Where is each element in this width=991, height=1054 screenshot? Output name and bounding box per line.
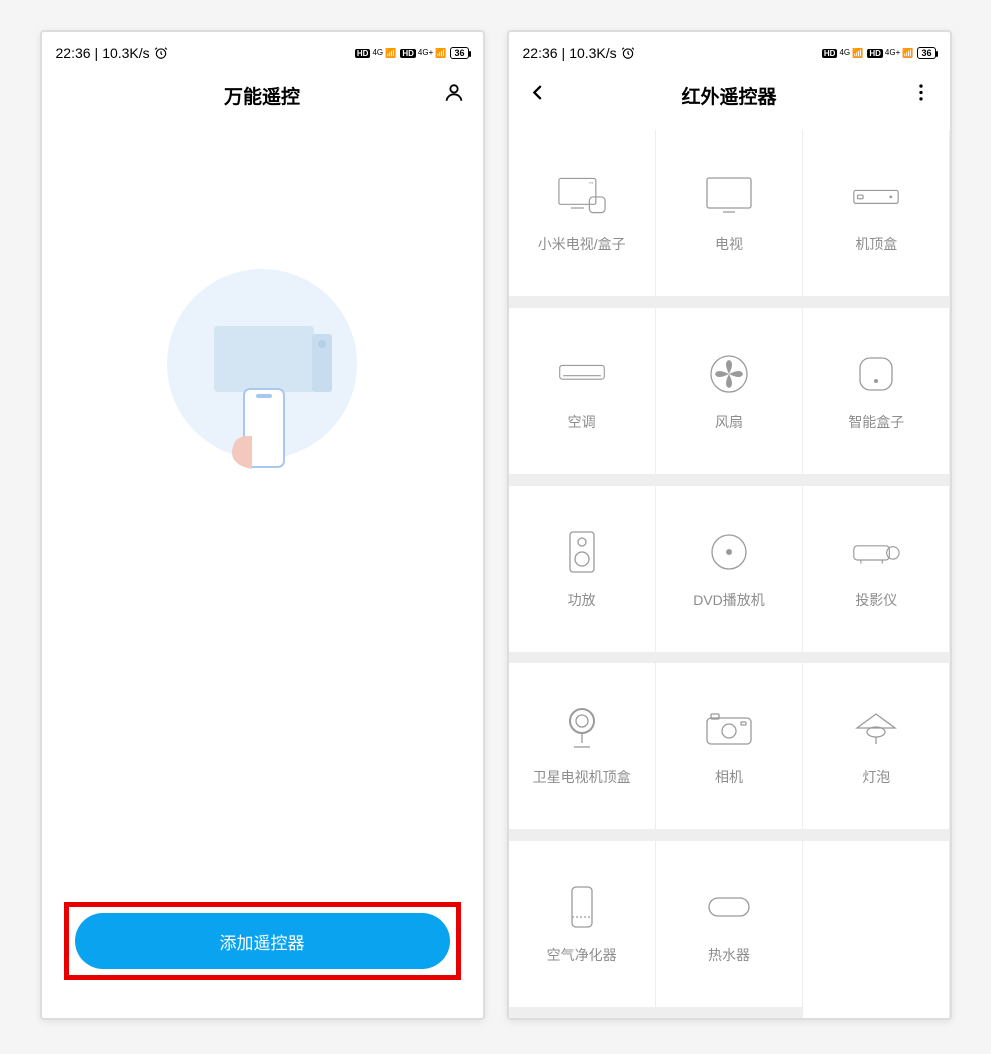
device-label: 机顶盒 — [855, 234, 897, 254]
battery-icon: 36 — [450, 47, 468, 59]
add-remote-highlight: 添加遥控器 — [64, 902, 461, 980]
dvd-icon — [705, 528, 753, 576]
device-label: DVD播放机 — [693, 590, 765, 610]
device-smart-box[interactable]: 智能盒子 — [803, 308, 949, 474]
device-label: 空气净化器 — [547, 945, 617, 965]
add-remote-button[interactable]: 添加遥控器 — [75, 913, 450, 969]
fan-icon — [705, 350, 753, 398]
remote-illustration — [162, 254, 362, 494]
amplifier-icon — [558, 528, 606, 576]
device-bulb[interactable]: 灯泡 — [803, 663, 949, 829]
tv-icon — [705, 172, 753, 220]
status-right: HD4G📶 HD4G+📶 36 — [822, 47, 936, 59]
signal-1: HD4G📶 — [355, 48, 396, 59]
device-label: 智能盒子 — [848, 412, 904, 432]
device-projector[interactable]: 投影仪 — [803, 486, 949, 652]
device-label: 热水器 — [708, 945, 750, 965]
chevron-left-icon — [527, 82, 549, 104]
device-label: 卫星电视机顶盒 — [533, 767, 631, 787]
device-tv[interactable]: 电视 — [656, 130, 802, 296]
status-right: HD4G📶 HD4G+📶 36 — [355, 47, 469, 59]
device-grid: mi 小米电视/盒子 电视 机顶盒 空调 风扇 — [509, 130, 950, 1018]
alarm-icon — [621, 46, 635, 60]
device-label: 灯泡 — [862, 767, 890, 787]
battery-icon: 36 — [917, 47, 935, 59]
device-label: 电视 — [715, 234, 743, 254]
empty-cell — [803, 841, 949, 1018]
screen-ir-remote: 22:36 | 10.3K/s HD4G📶 HD4G+📶 36 红外遥控器 mi… — [507, 30, 952, 1020]
status-speed: 10.3K/s — [102, 45, 149, 61]
page-title: 万能遥控 — [224, 82, 300, 109]
header: 万能遥控 — [42, 66, 483, 124]
device-water-heater[interactable]: 热水器 — [656, 841, 802, 1007]
status-time: 22:36 — [523, 45, 558, 61]
air-purifier-icon — [558, 883, 606, 931]
empty-state: 添加遥控器 — [42, 124, 483, 1018]
device-label: 小米电视/盒子 — [538, 234, 626, 254]
device-ac[interactable]: 空调 — [509, 308, 655, 474]
more-vertical-icon — [910, 82, 932, 104]
page-title: 红外遥控器 — [681, 82, 776, 109]
status-bar: 22:36 | 10.3K/s HD4G📶 HD4G+📶 36 — [42, 32, 483, 66]
svg-text:mi: mi — [589, 181, 593, 185]
mi-tv-box-icon: mi — [558, 172, 606, 220]
device-stb[interactable]: 机顶盒 — [803, 130, 949, 296]
person-icon — [443, 82, 465, 104]
device-label: 投影仪 — [855, 590, 897, 610]
bulb-icon — [852, 705, 900, 753]
more-button[interactable] — [910, 82, 932, 109]
signal-2: HD4G+📶 — [400, 48, 446, 59]
water-heater-icon — [705, 883, 753, 931]
status-left: 22:36 | 10.3K/s — [56, 45, 168, 61]
device-label: 风扇 — [715, 412, 743, 432]
device-label: 相机 — [715, 767, 743, 787]
ac-icon — [558, 350, 606, 398]
camera-icon — [705, 705, 753, 753]
status-left: 22:36 | 10.3K/s — [523, 45, 635, 61]
satellite-icon — [558, 705, 606, 753]
status-time: 22:36 — [56, 45, 91, 61]
header: 红外遥控器 — [509, 66, 950, 124]
back-button[interactable] — [527, 82, 549, 109]
device-mi-tv-box[interactable]: mi 小米电视/盒子 — [509, 130, 655, 296]
device-satellite[interactable]: 卫星电视机顶盒 — [509, 663, 655, 829]
profile-button[interactable] — [443, 82, 465, 109]
signal-2: HD4G+📶 — [867, 48, 913, 59]
device-amplifier[interactable]: 功放 — [509, 486, 655, 652]
device-air-purifier[interactable]: 空气净化器 — [509, 841, 655, 1007]
stb-icon — [852, 172, 900, 220]
device-label: 空调 — [568, 412, 596, 432]
device-dvd[interactable]: DVD播放机 — [656, 486, 802, 652]
device-fan[interactable]: 风扇 — [656, 308, 802, 474]
signal-1: HD4G📶 — [822, 48, 863, 59]
status-bar: 22:36 | 10.3K/s HD4G📶 HD4G+📶 36 — [509, 32, 950, 66]
screen-universal-remote: 22:36 | 10.3K/s HD4G📶 HD4G+📶 36 万能遥控 — [40, 30, 485, 1020]
projector-icon — [852, 528, 900, 576]
device-label: 功放 — [568, 590, 596, 610]
alarm-icon — [154, 46, 168, 60]
status-speed: 10.3K/s — [569, 45, 616, 61]
smart-box-icon — [852, 350, 900, 398]
device-camera[interactable]: 相机 — [656, 663, 802, 829]
